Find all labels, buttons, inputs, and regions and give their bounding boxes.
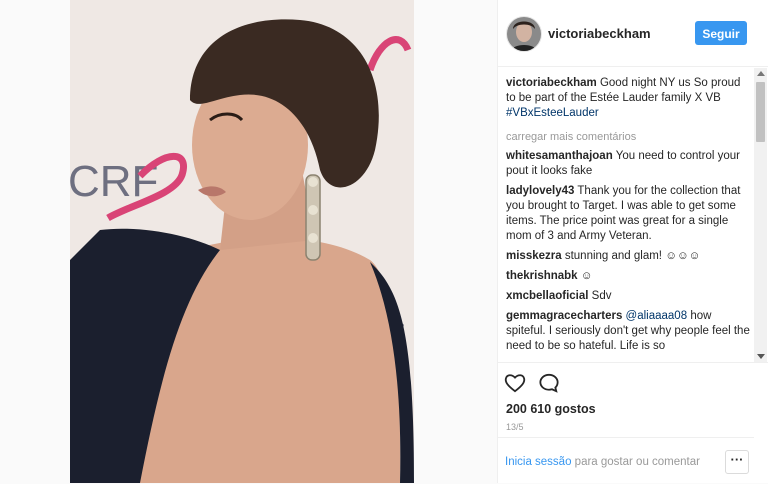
- comment-icon[interactable]: [538, 373, 560, 398]
- comment-text: Sdv: [591, 290, 612, 302]
- comment-text: stunning and glam! ☺☺☺: [564, 250, 701, 262]
- comment-username[interactable]: misskezra: [506, 250, 562, 262]
- caption-username[interactable]: victoriabeckham: [506, 77, 597, 89]
- login-prompt-text: para gostar ou comentar: [571, 456, 700, 468]
- scrollbar-thumb[interactable]: [756, 82, 765, 142]
- comment-username[interactable]: thekrishnabk: [506, 270, 578, 282]
- scroll-down-arrow-icon[interactable]: [757, 354, 765, 359]
- avatar[interactable]: [506, 16, 542, 52]
- comment-item: whitesamanthajoan You need to control yo…: [506, 149, 752, 179]
- comment-username[interactable]: whitesamanthajoan: [506, 150, 613, 162]
- heart-icon[interactable]: [504, 373, 526, 398]
- caption: victoriabeckham Good night NY us So prou…: [506, 76, 752, 121]
- comment-username[interactable]: ladylovely43: [506, 185, 574, 197]
- login-footer: Inicia sessão para gostar ou comentar ··…: [498, 437, 754, 484]
- comment-item: gemmagracecharters @aliaaaa08 how spitef…: [506, 309, 752, 354]
- username-link[interactable]: victoriabeckham: [548, 26, 651, 41]
- load-more-comments[interactable]: carregar mais comentários: [506, 130, 752, 145]
- avatar-image: [507, 17, 541, 51]
- login-link[interactable]: Inicia sessão: [505, 456, 571, 468]
- likes-count[interactable]: 200 610 gostos: [506, 402, 596, 416]
- comments-scrollbar[interactable]: [754, 68, 767, 362]
- scroll-up-arrow-icon[interactable]: [757, 71, 765, 76]
- post-actions: [498, 362, 768, 403]
- comments-list[interactable]: victoriabeckham Good night NY us So prou…: [506, 68, 752, 362]
- comment-username[interactable]: gemmagracecharters: [506, 310, 622, 322]
- login-prompt: Inicia sessão para gostar ou comentar: [505, 456, 700, 468]
- hashtag-link[interactable]: #VBxEsteeLauder: [506, 106, 752, 121]
- comment-item: thekrishnabk ☺: [506, 269, 752, 284]
- post-photo-art: CRF CRF BR: [70, 0, 414, 483]
- comment-mention[interactable]: @aliaaaa08: [626, 310, 688, 322]
- more-options-icon[interactable]: ···: [725, 450, 749, 474]
- comment-item: xmcbellaoficial Sdv: [506, 289, 752, 304]
- post-header: victoriabeckham Seguir: [498, 0, 768, 67]
- comment-username[interactable]: xmcbellaoficial: [506, 290, 588, 302]
- comment-item: misskezra stunning and glam! ☺☺☺: [506, 249, 752, 264]
- comment-item: ladylovely43 Thank you for the collectio…: [506, 184, 752, 244]
- post-date[interactable]: 13/5: [506, 422, 524, 432]
- post-image[interactable]: CRF CRF BR: [70, 0, 414, 483]
- comment-text: ☺: [580, 270, 593, 282]
- post-sidebar: victoriabeckham Seguir victoriabeckham G…: [497, 0, 768, 483]
- follow-button[interactable]: Seguir: [695, 21, 747, 45]
